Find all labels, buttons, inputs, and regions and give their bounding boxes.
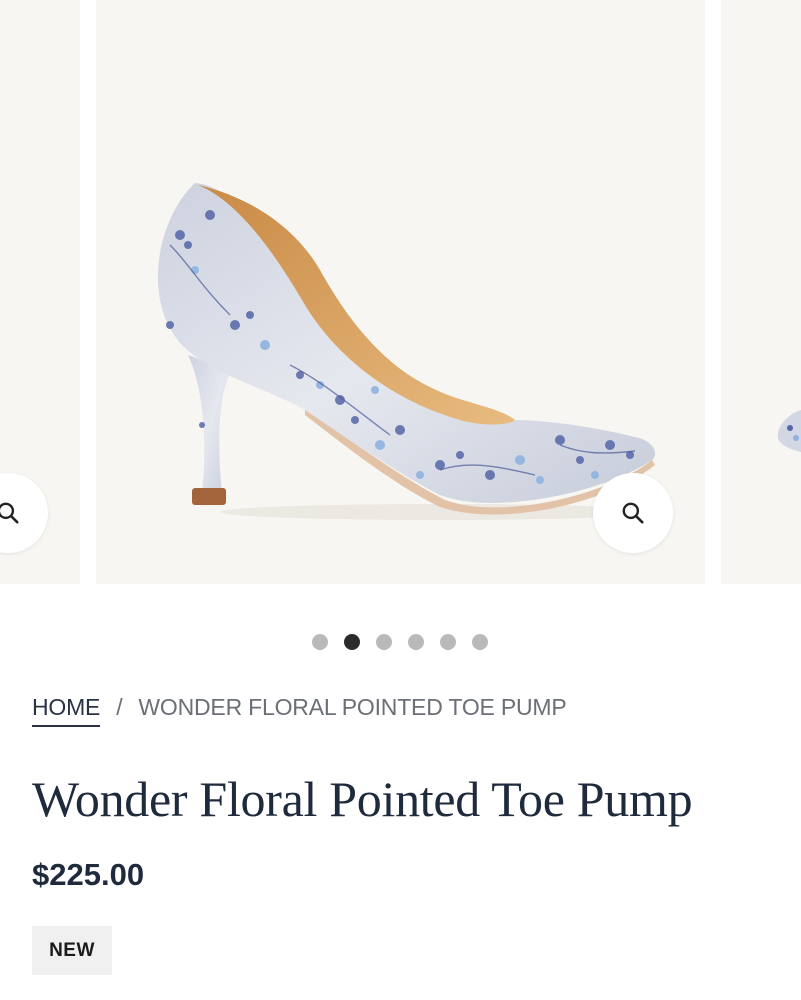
pagination-dot[interactable] <box>312 634 328 650</box>
search-icon <box>622 502 644 524</box>
search-icon <box>0 502 19 524</box>
new-badge: NEW <box>32 926 112 975</box>
product-title: Wonder Floral Pointed Toe Pump <box>32 771 693 827</box>
pagination-dot[interactable] <box>408 634 424 650</box>
pagination-dot[interactable] <box>376 634 392 650</box>
breadcrumb: HOME / WONDER FLORAL POINTED TOE PUMP <box>32 694 567 727</box>
breadcrumb-separator: / <box>116 694 123 720</box>
zoom-button[interactable] <box>593 473 673 553</box>
product-image <box>157 183 660 520</box>
pagination-dot-active[interactable] <box>344 634 360 650</box>
breadcrumb-home-link[interactable]: HOME <box>32 694 100 727</box>
pagination-dot[interactable] <box>472 634 488 650</box>
next-product-image-peek <box>777 410 801 452</box>
pagination-dot[interactable] <box>440 634 456 650</box>
product-price: $225.00 <box>32 857 145 892</box>
breadcrumb-current: WONDER FLORAL POINTED TOE PUMP <box>138 694 567 720</box>
gallery-slide-next[interactable] <box>721 0 801 584</box>
gallery-pagination <box>312 634 488 650</box>
